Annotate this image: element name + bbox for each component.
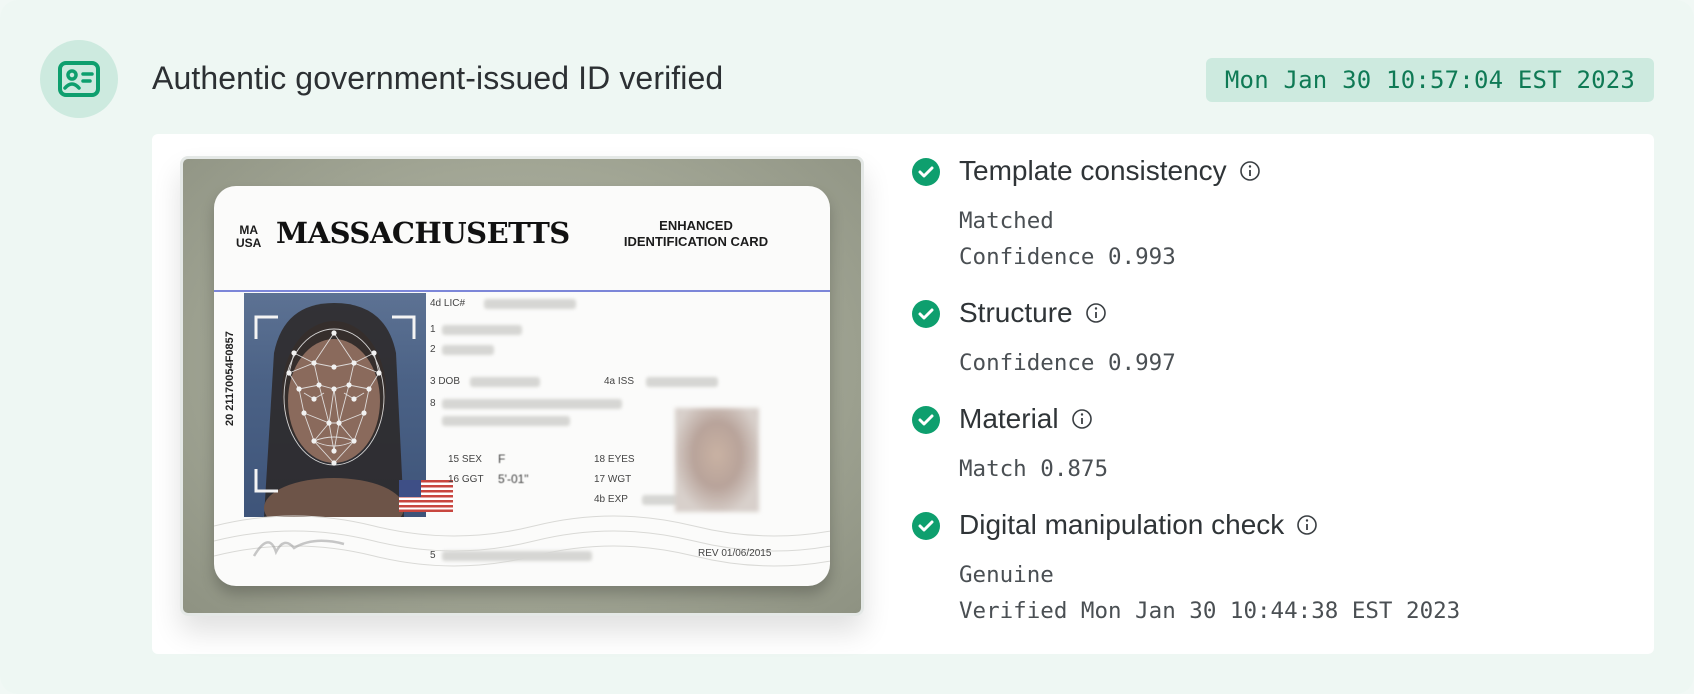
page-title: Authentic government-issued ID verified [152, 60, 724, 96]
check-passed-icon [912, 158, 940, 186]
id-state-abbrev-line2: USA [236, 236, 262, 250]
id-card-type: ENHANCED IDENTIFICATION CARD [616, 218, 776, 250]
check-title-label: Material [959, 403, 1059, 434]
info-icon[interactable] [1071, 408, 1093, 430]
id-state-abbrev: MA USA [236, 224, 261, 250]
id-field-first-redacted [442, 345, 494, 355]
id-vertical-number: 20 21170054F0857 [224, 331, 236, 426]
id-field-lic-label: 4d LIC# [430, 298, 466, 309]
id-field-wgt-label: 17 WGT [594, 474, 632, 485]
id-field-last-redacted [442, 325, 522, 335]
check-detail: Confidence 0.993 [959, 244, 1176, 270]
id-field-first-label: 2 [430, 344, 436, 355]
check-title: Template consistency [959, 155, 1261, 187]
id-card-type-line1: ENHANCED [659, 218, 733, 233]
check-title-label: Template consistency [959, 155, 1227, 186]
check-title-label: Digital manipulation check [959, 509, 1285, 540]
verification-details-card: MA USA MASSACHUSETTS ENHANCED IDENTIFICA… [152, 134, 1654, 654]
verification-timestamp: Mon Jan 30 10:57:04 EST 2023 [1206, 58, 1654, 102]
id-guilloche-pattern [214, 515, 830, 567]
id-field-lic-redacted [484, 299, 576, 309]
info-icon[interactable] [1085, 302, 1107, 324]
id-field-dob-redacted [470, 377, 540, 387]
id-field-addr-redacted-2 [442, 416, 570, 426]
id-card-header: MA USA MASSACHUSETTS ENHANCED IDENTIFICA… [214, 186, 830, 290]
info-icon[interactable] [1296, 514, 1318, 536]
id-field-dd-label: 5 [430, 550, 436, 561]
id-field-iss-label: 4a ISS [604, 376, 635, 387]
check-detail: Verified Mon Jan 30 10:44:38 EST 2023 [959, 598, 1461, 624]
id-field-addr-label: 8 [430, 398, 436, 409]
id-header-divider [214, 290, 830, 292]
check-title: Material [959, 403, 1093, 435]
id-field-dob-label: 3 DOB [430, 376, 461, 387]
id-card-icon-badge [40, 40, 118, 118]
id-field-dd-redacted [442, 551, 592, 561]
check-passed-icon [912, 300, 940, 328]
check-detail: Genuine [959, 562, 1054, 588]
check-title: Digital manipulation check [959, 509, 1318, 541]
id-field-sex-label: 15 SEX [448, 454, 482, 465]
id-field-ggt-label: 16 GGT [448, 474, 484, 485]
check-detail: Matched [959, 208, 1054, 234]
id-card-icon [58, 61, 100, 97]
id-field-last-label: 1 [430, 324, 436, 335]
check-detail: Match 0.875 [959, 456, 1109, 482]
id-document-photo: MA USA MASSACHUSETTS ENHANCED IDENTIFICA… [180, 156, 864, 616]
id-card-type-line2: IDENTIFICATION CARD [623, 234, 769, 249]
check-passed-icon [912, 512, 940, 540]
check-detail: Confidence 0.997 [959, 350, 1176, 376]
id-field-eyes-label: 18 EYES [594, 454, 635, 465]
id-field-addr-redacted-1 [442, 399, 622, 409]
info-icon[interactable] [1239, 160, 1261, 182]
check-title-label: Structure [959, 297, 1073, 328]
check-title: Structure [959, 297, 1107, 329]
verification-panel: Authentic government-issued ID verified … [0, 0, 1694, 694]
id-revision-date: REV 01/06/2015 [698, 548, 772, 559]
id-field-ggt-value: 5'-01" [498, 472, 529, 486]
check-passed-icon [912, 406, 940, 434]
id-field-iss-redacted [646, 377, 718, 387]
id-field-sex-value: F [498, 452, 506, 466]
id-state-name: MASSACHUSETTS [276, 216, 570, 250]
id-card-image: MA USA MASSACHUSETTS ENHANCED IDENTIFICA… [214, 186, 830, 586]
